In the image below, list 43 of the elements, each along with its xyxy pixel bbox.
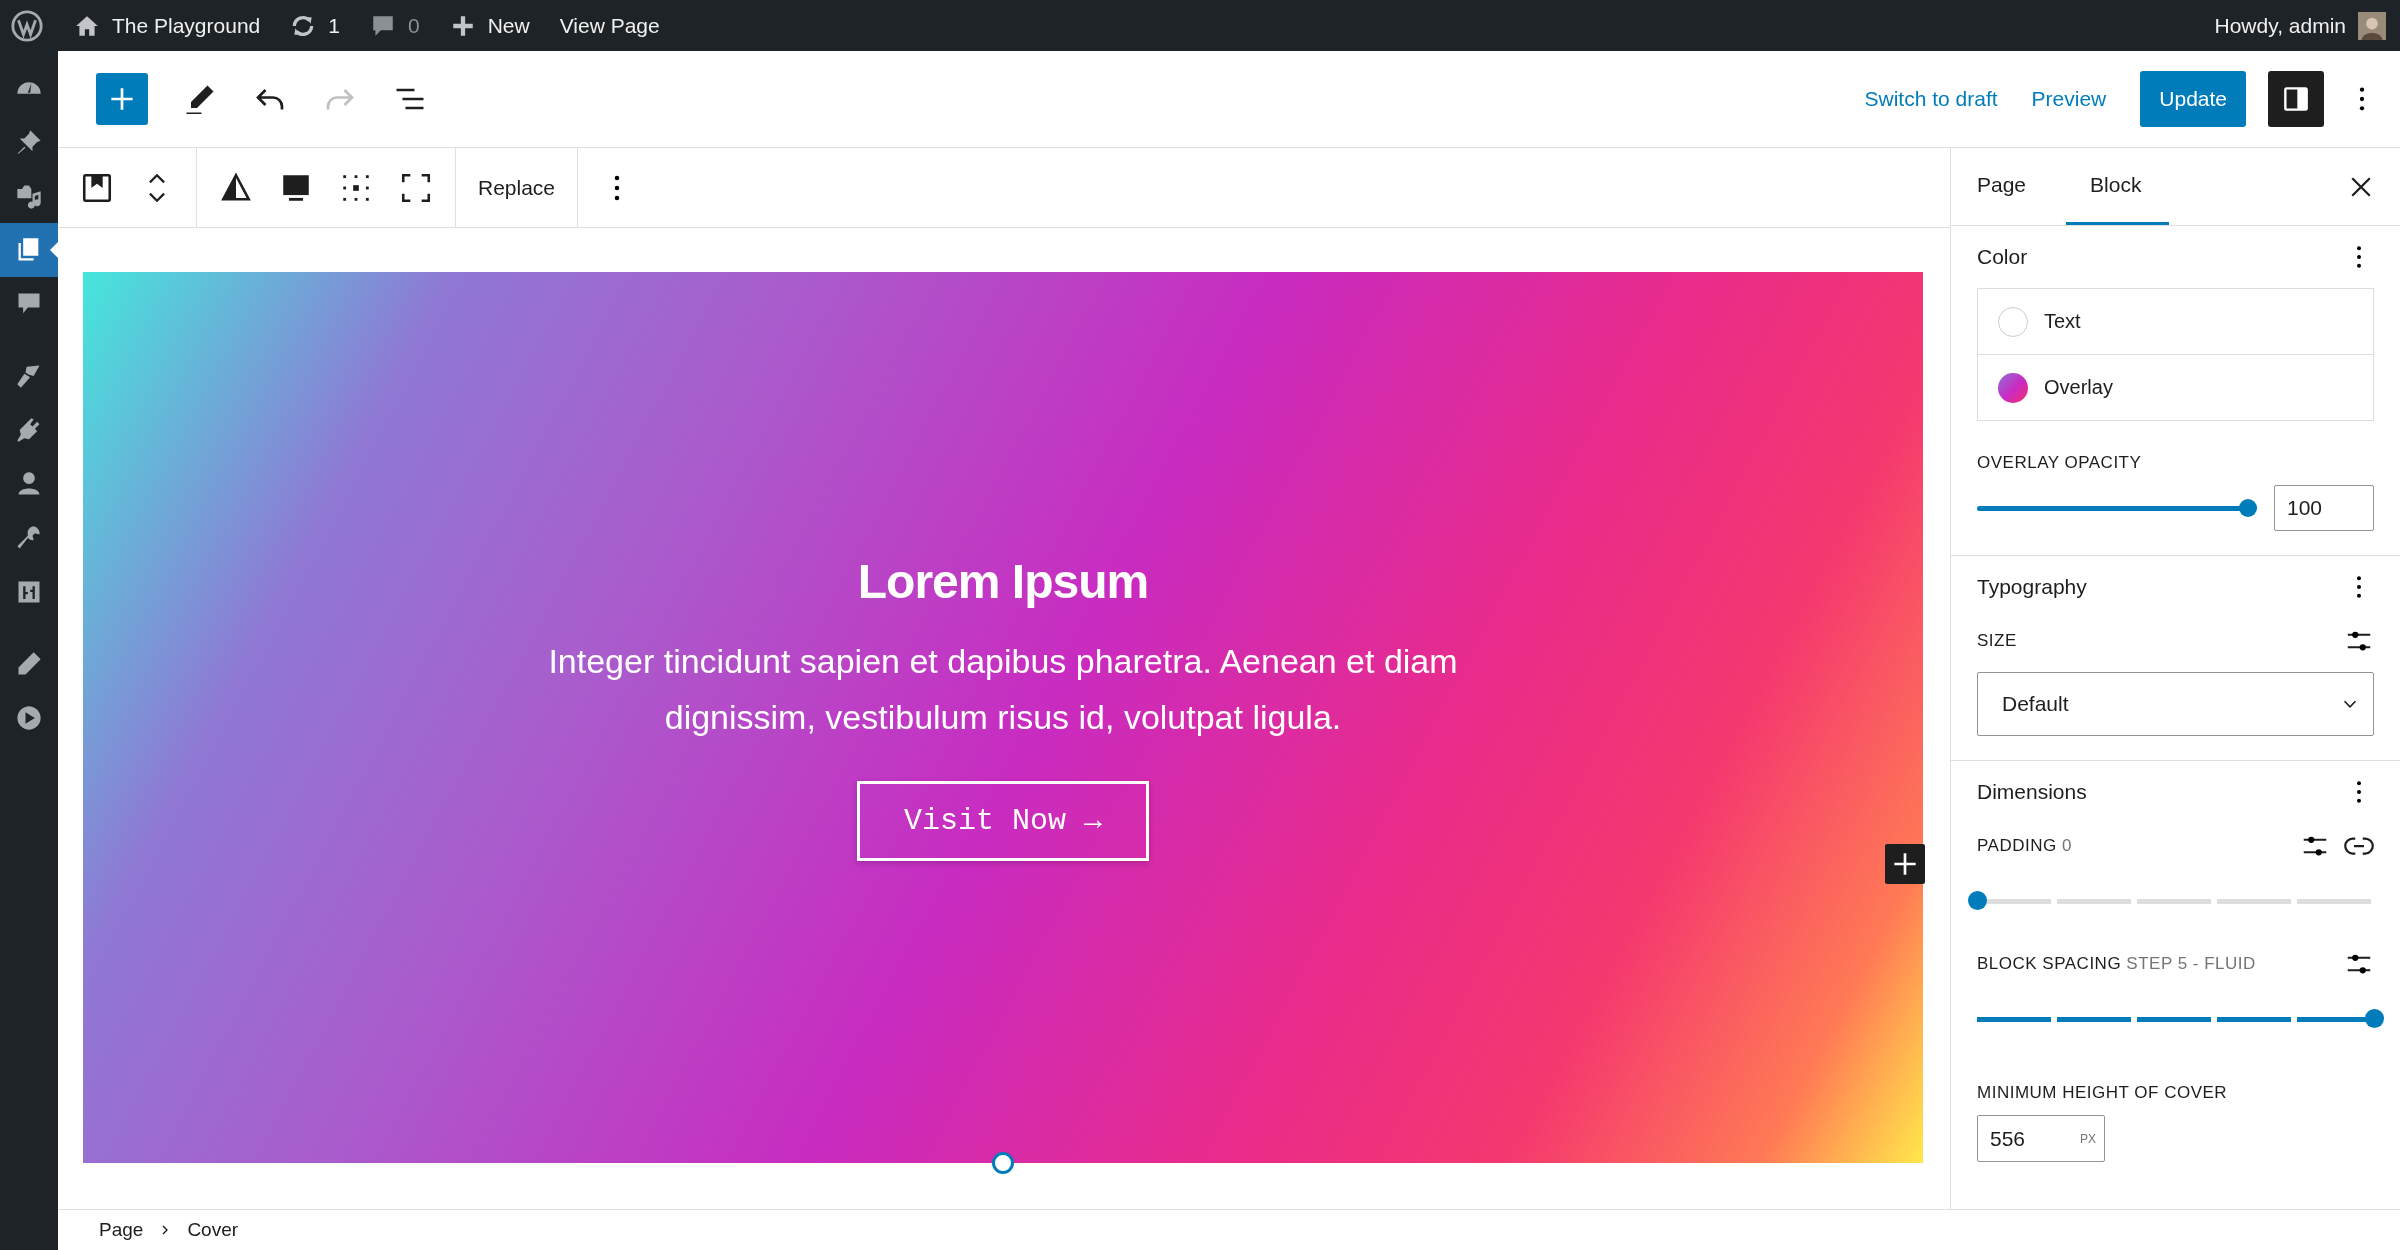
- update-button[interactable]: Update: [2140, 71, 2246, 127]
- updates-link[interactable]: 1: [290, 12, 340, 39]
- comments-link[interactable]: 0: [369, 12, 420, 39]
- add-block-button[interactable]: [96, 73, 148, 125]
- breadcrumb-link[interactable]: Cover: [187, 1219, 239, 1241]
- sidebar-tab[interactable]: Page: [1977, 148, 2041, 225]
- field-label: PADDING 0: [1977, 836, 2072, 856]
- account-menu[interactable]: Howdy, admin: [2214, 11, 2386, 40]
- cover-paragraph: Integer tincidunt sapien et dapibus pharetra. Aenean et diam dignissim, vestibulum risus id, volutpat ligula.: [547, 641, 1459, 738]
- slider-thumb[interactable]: [2365, 1009, 2384, 1028]
- insert-block-button[interactable]: [1885, 844, 1925, 884]
- edit-icon: [15, 650, 43, 678]
- new-link[interactable]: New: [449, 12, 530, 39]
- min-height-input[interactable]: 556 PX: [1977, 1115, 2105, 1162]
- breadcrumb-link[interactable]: Page: [99, 1219, 144, 1241]
- pin-icon: [15, 128, 43, 156]
- slider-thumb[interactable]: [1968, 891, 1987, 910]
- slider-thumb[interactable]: [2239, 499, 2257, 517]
- field-label: SIZE: [1977, 631, 2017, 651]
- replace-button[interactable]: Replace: [478, 175, 556, 200]
- menu-item[interactable]: [0, 223, 58, 277]
- color-option[interactable]: Overlay: [1978, 354, 2373, 420]
- view-page-link[interactable]: View Page: [559, 13, 660, 38]
- header-link[interactable]: Preview: [2031, 87, 2107, 111]
- wordpress-logo-icon[interactable]: [10, 8, 44, 43]
- site-link[interactable]: The Playground: [74, 12, 261, 39]
- panel-title: Typography: [1977, 575, 2087, 599]
- font-size-select[interactable]: Default: [1977, 672, 2374, 736]
- panel-title: Color: [1977, 245, 2028, 269]
- play-icon: [15, 704, 43, 732]
- cover-heading: Lorem Ipsum: [857, 554, 1149, 609]
- panel-title: Dimensions: [1977, 780, 2087, 804]
- field-label: MINIMUM HEIGHT OF COVER: [1977, 1083, 2229, 1103]
- color-option[interactable]: Text: [1978, 289, 2373, 354]
- field-label: BLOCK SPACING STEP 5 - FLUID: [1977, 954, 2256, 974]
- avatar-icon: [2358, 11, 2386, 40]
- sidebar-tab[interactable]: Block: [2066, 148, 2170, 225]
- resize-handle[interactable]: [992, 1152, 1014, 1174]
- visit-now-button[interactable]: Visit Now →: [856, 781, 1149, 861]
- settings-toggle-button[interactable]: [2268, 71, 2324, 127]
- field-label: OVERLAY OPACITY: [1977, 453, 2143, 473]
- header-link[interactable]: Switch to draft: [1864, 87, 1998, 111]
- opacity-input[interactable]: 100: [2274, 485, 2374, 531]
